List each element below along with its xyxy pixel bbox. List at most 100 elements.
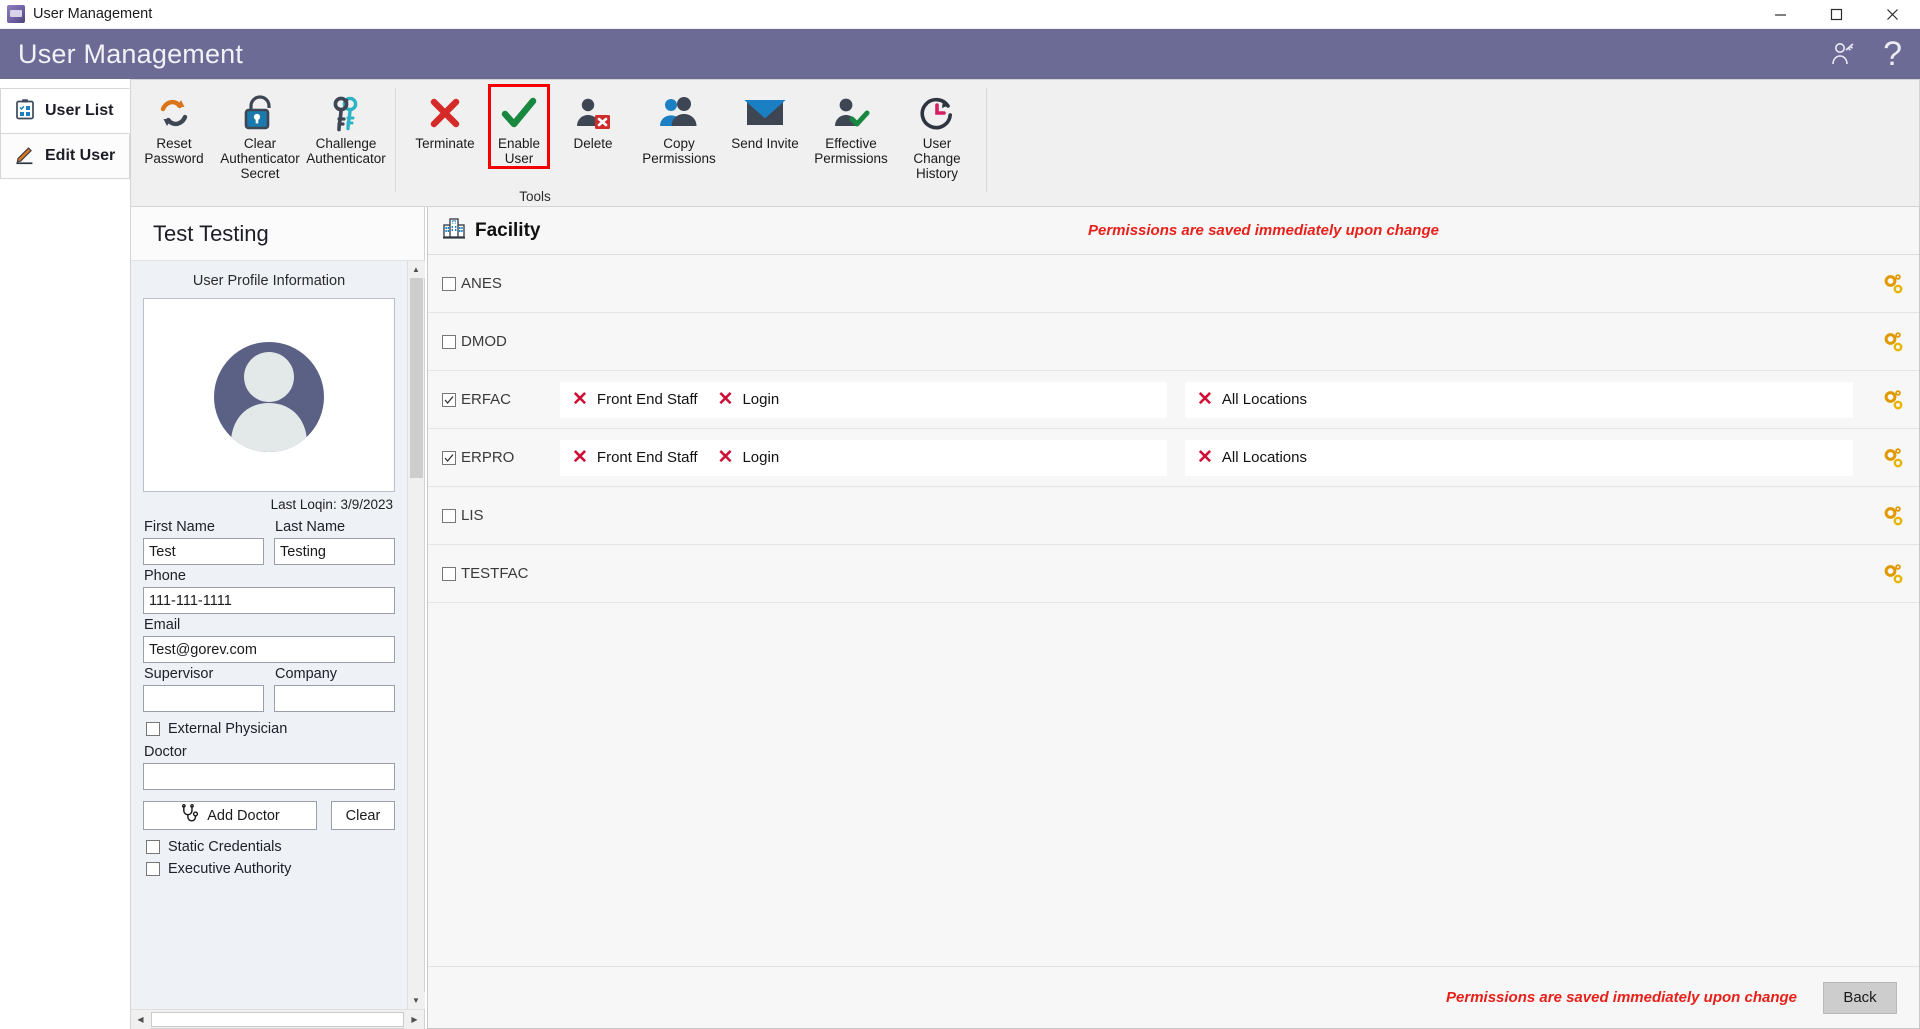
avatar — [143, 298, 395, 492]
role-chip[interactable]: ✕ Front End Staff — [572, 390, 698, 409]
table-row[interactable]: TESTFAC — [428, 545, 1919, 603]
first-name-input[interactable]: Test — [143, 538, 264, 565]
checkbox-box — [442, 450, 456, 465]
facility-checkbox-erpro[interactable]: ERPRO — [442, 449, 560, 466]
app-body: User List Edit User Reset Password Clear… — [0, 79, 1920, 1029]
table-row[interactable]: DMOD — [428, 313, 1919, 371]
role-chip[interactable]: ✕ Login — [718, 390, 780, 409]
gears-icon — [1884, 505, 1903, 525]
last-name-label: Last Name — [275, 519, 346, 535]
role-chip[interactable]: ✕ Front End Staff — [572, 448, 698, 467]
location-label: All Locations — [1221, 391, 1307, 408]
check-icon — [444, 395, 454, 404]
name-row: First Name Test Last Name Testing — [143, 516, 395, 565]
ribbon-group-tools: Reset Password Clear Authenticator Secre… — [131, 80, 993, 192]
table-row[interactable]: ANES — [428, 255, 1919, 313]
remove-location-icon[interactable]: ✕ — [1197, 390, 1213, 409]
remove-role-icon[interactable]: ✕ — [718, 448, 734, 467]
roles-chip-group: ✕ Front End Staff ✕ Login — [560, 381, 1167, 418]
challenge-authenticator-label: Challenge Authenticator — [306, 136, 386, 166]
external-physician-checkbox[interactable]: External Physician — [143, 712, 395, 741]
checkbox-box — [442, 276, 456, 291]
company-input[interactable] — [274, 685, 395, 712]
header-actions: ? — [1829, 37, 1902, 71]
challenge-authenticator-button[interactable]: Challenge Authenticator — [303, 84, 389, 166]
scroll-down-icon[interactable]: ▼ — [407, 992, 425, 1009]
help-icon[interactable]: ? — [1883, 37, 1902, 71]
terminate-button[interactable]: Terminate — [402, 84, 488, 151]
static-credentials-checkbox[interactable]: Static Credentials — [143, 830, 395, 859]
locations-cell: ✕ All Locations — [1185, 381, 1853, 418]
facility-checkbox-testfac[interactable]: TESTFAC — [442, 565, 560, 582]
remove-role-icon[interactable]: ✕ — [572, 390, 588, 409]
role-label: Front End Staff — [596, 391, 698, 408]
scroll-thumb-horizontal[interactable] — [151, 1011, 404, 1027]
table-row[interactable]: LIS — [428, 487, 1919, 545]
scroll-left-icon[interactable]: ◀ — [131, 1009, 150, 1029]
table-row[interactable]: ERPRO ✕ Front End Staff ✕ Login ✕ All Lo… — [428, 429, 1919, 487]
tab-edit-user[interactable]: Edit User — [0, 133, 130, 179]
maximize-icon[interactable] — [1808, 0, 1864, 29]
facility-checkbox-anes[interactable]: ANES — [442, 275, 560, 292]
facility-checkbox-dmod[interactable]: DMOD — [442, 333, 560, 350]
back-button[interactable]: Back — [1823, 981, 1897, 1014]
add-doctor-button[interactable]: Add Doctor — [143, 801, 317, 830]
executive-authority-label: Executive Authority — [168, 861, 292, 877]
effective-permissions-button[interactable]: Effective Permissions — [808, 84, 894, 166]
page-title: User Management — [18, 38, 244, 69]
copy-permissions-label: Copy Permissions — [642, 136, 716, 166]
last-name-input[interactable]: Testing — [274, 538, 395, 565]
executive-authority-checkbox[interactable]: Executive Authority — [143, 859, 395, 881]
clear-doctor-button[interactable]: Clear — [331, 801, 395, 830]
remove-location-icon[interactable]: ✕ — [1197, 448, 1213, 467]
copy-permissions-button[interactable]: Copy Permissions — [636, 84, 722, 166]
profile-scroll-host: User Profile Information Last Loqin: 3/9… — [131, 261, 425, 1009]
doctor-input[interactable] — [143, 763, 395, 790]
facility-settings-button[interactable] — [1867, 273, 1919, 295]
stethoscope-icon — [180, 804, 199, 827]
static-credentials-label: Static Credentials — [168, 839, 282, 855]
delete-label: Delete — [573, 136, 613, 151]
reset-password-button[interactable]: Reset Password — [131, 84, 217, 166]
clear-authenticator-secret-button[interactable]: Clear Authenticator Secret — [217, 84, 303, 181]
clipboard-list-icon — [14, 98, 36, 125]
facility-settings-button[interactable] — [1867, 331, 1919, 353]
scroll-up-icon[interactable]: ▲ — [407, 261, 425, 278]
facility-settings-button[interactable] — [1867, 447, 1919, 469]
user-change-history-button[interactable]: User Change History — [894, 84, 980, 181]
supervisor-input[interactable] — [143, 685, 264, 712]
facility-settings-button[interactable] — [1867, 505, 1919, 527]
scroll-right-icon[interactable]: ▶ — [405, 1009, 424, 1029]
profile-horizontal-scrollbar[interactable]: ◀ ▶ — [131, 1009, 424, 1029]
profile-vertical-scrollbar[interactable]: ▲ ▼ — [407, 261, 425, 1009]
location-chip[interactable]: ✕ All Locations — [1197, 448, 1307, 467]
table-row[interactable]: ERFAC ✕ Front End Staff ✕ Login ✕ All Lo… — [428, 371, 1919, 429]
enable-user-button[interactable]: Enable User — [488, 84, 550, 169]
role-label: Login — [742, 391, 780, 408]
facility-panel: Facility Permissions are saved immediate… — [427, 207, 1920, 1029]
send-invite-label: Send Invite — [731, 136, 799, 151]
tab-user-list[interactable]: User List — [0, 88, 130, 134]
delete-button[interactable]: Delete — [550, 84, 636, 151]
facility-checkbox-lis[interactable]: LIS — [442, 507, 560, 524]
remove-role-icon[interactable]: ✕ — [572, 448, 588, 467]
minimize-icon[interactable] — [1752, 0, 1808, 29]
padlock-icon — [241, 90, 279, 136]
facility-settings-button[interactable] — [1867, 563, 1919, 585]
email-input[interactable]: Test@gorev.com — [143, 636, 395, 663]
gears-icon — [1884, 273, 1903, 293]
locations-chip-group: ✕ All Locations — [1185, 381, 1853, 418]
phone-input[interactable]: 111-111-1111 — [143, 587, 395, 614]
facility-checkbox-erfac[interactable]: ERFAC — [442, 391, 560, 408]
gears-icon — [1884, 389, 1903, 409]
close-icon[interactable] — [1864, 0, 1920, 29]
remove-role-icon[interactable]: ✕ — [718, 390, 734, 409]
role-chip[interactable]: ✕ Login — [718, 448, 780, 467]
location-chip[interactable]: ✕ All Locations — [1197, 390, 1307, 409]
last-login: Last Loqin: 3/9/2023 — [270, 497, 393, 512]
window-controls — [1752, 0, 1920, 29]
user-key-icon[interactable] — [1829, 40, 1857, 68]
send-invite-button[interactable]: Send Invite — [722, 84, 808, 151]
facility-settings-button[interactable] — [1867, 389, 1919, 411]
scroll-thumb[interactable] — [409, 278, 423, 478]
